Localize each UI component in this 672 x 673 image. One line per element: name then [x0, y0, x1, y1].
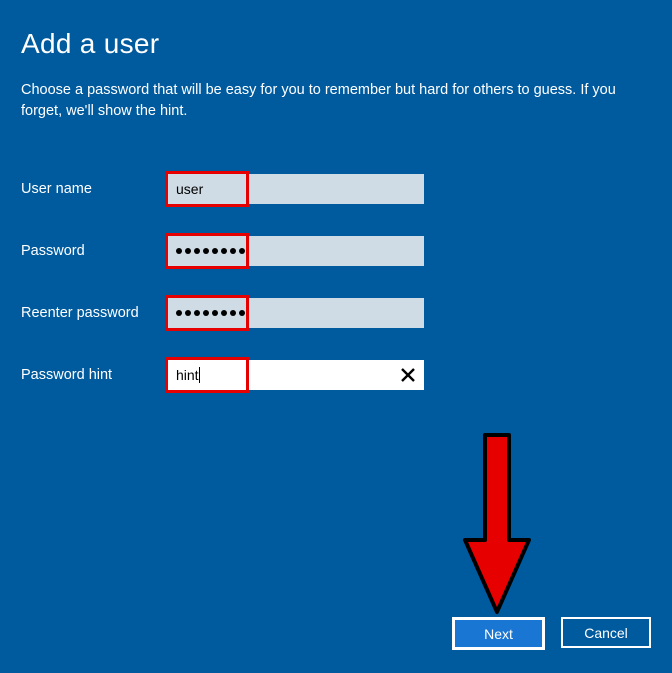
row-reenter: Reenter password: [21, 298, 651, 328]
input-password[interactable]: [168, 236, 424, 266]
label-password: Password: [21, 243, 168, 259]
label-hint: Password hint: [21, 367, 168, 383]
row-hint: Password hint hint: [21, 360, 651, 390]
input-hint[interactable]: [168, 360, 424, 390]
row-username: User name: [21, 174, 651, 204]
input-reenter[interactable]: [168, 298, 424, 328]
input-username[interactable]: [168, 174, 424, 204]
row-password: Password: [21, 236, 651, 266]
wrapper-reenter: [168, 298, 424, 328]
label-username: User name: [21, 181, 168, 197]
wrapper-password: [168, 236, 424, 266]
next-button[interactable]: Next: [452, 617, 545, 650]
wrapper-username: [168, 174, 424, 204]
wrapper-hint: hint: [168, 360, 424, 390]
label-reenter: Reenter password: [21, 305, 168, 321]
cancel-button[interactable]: Cancel: [561, 617, 651, 648]
clear-icon[interactable]: [395, 360, 421, 390]
page-title: Add a user: [21, 28, 651, 60]
description-text: Choose a password that will be easy for …: [21, 80, 636, 122]
button-bar: Next Cancel: [452, 617, 651, 650]
arrow-annotation: [462, 432, 532, 622]
